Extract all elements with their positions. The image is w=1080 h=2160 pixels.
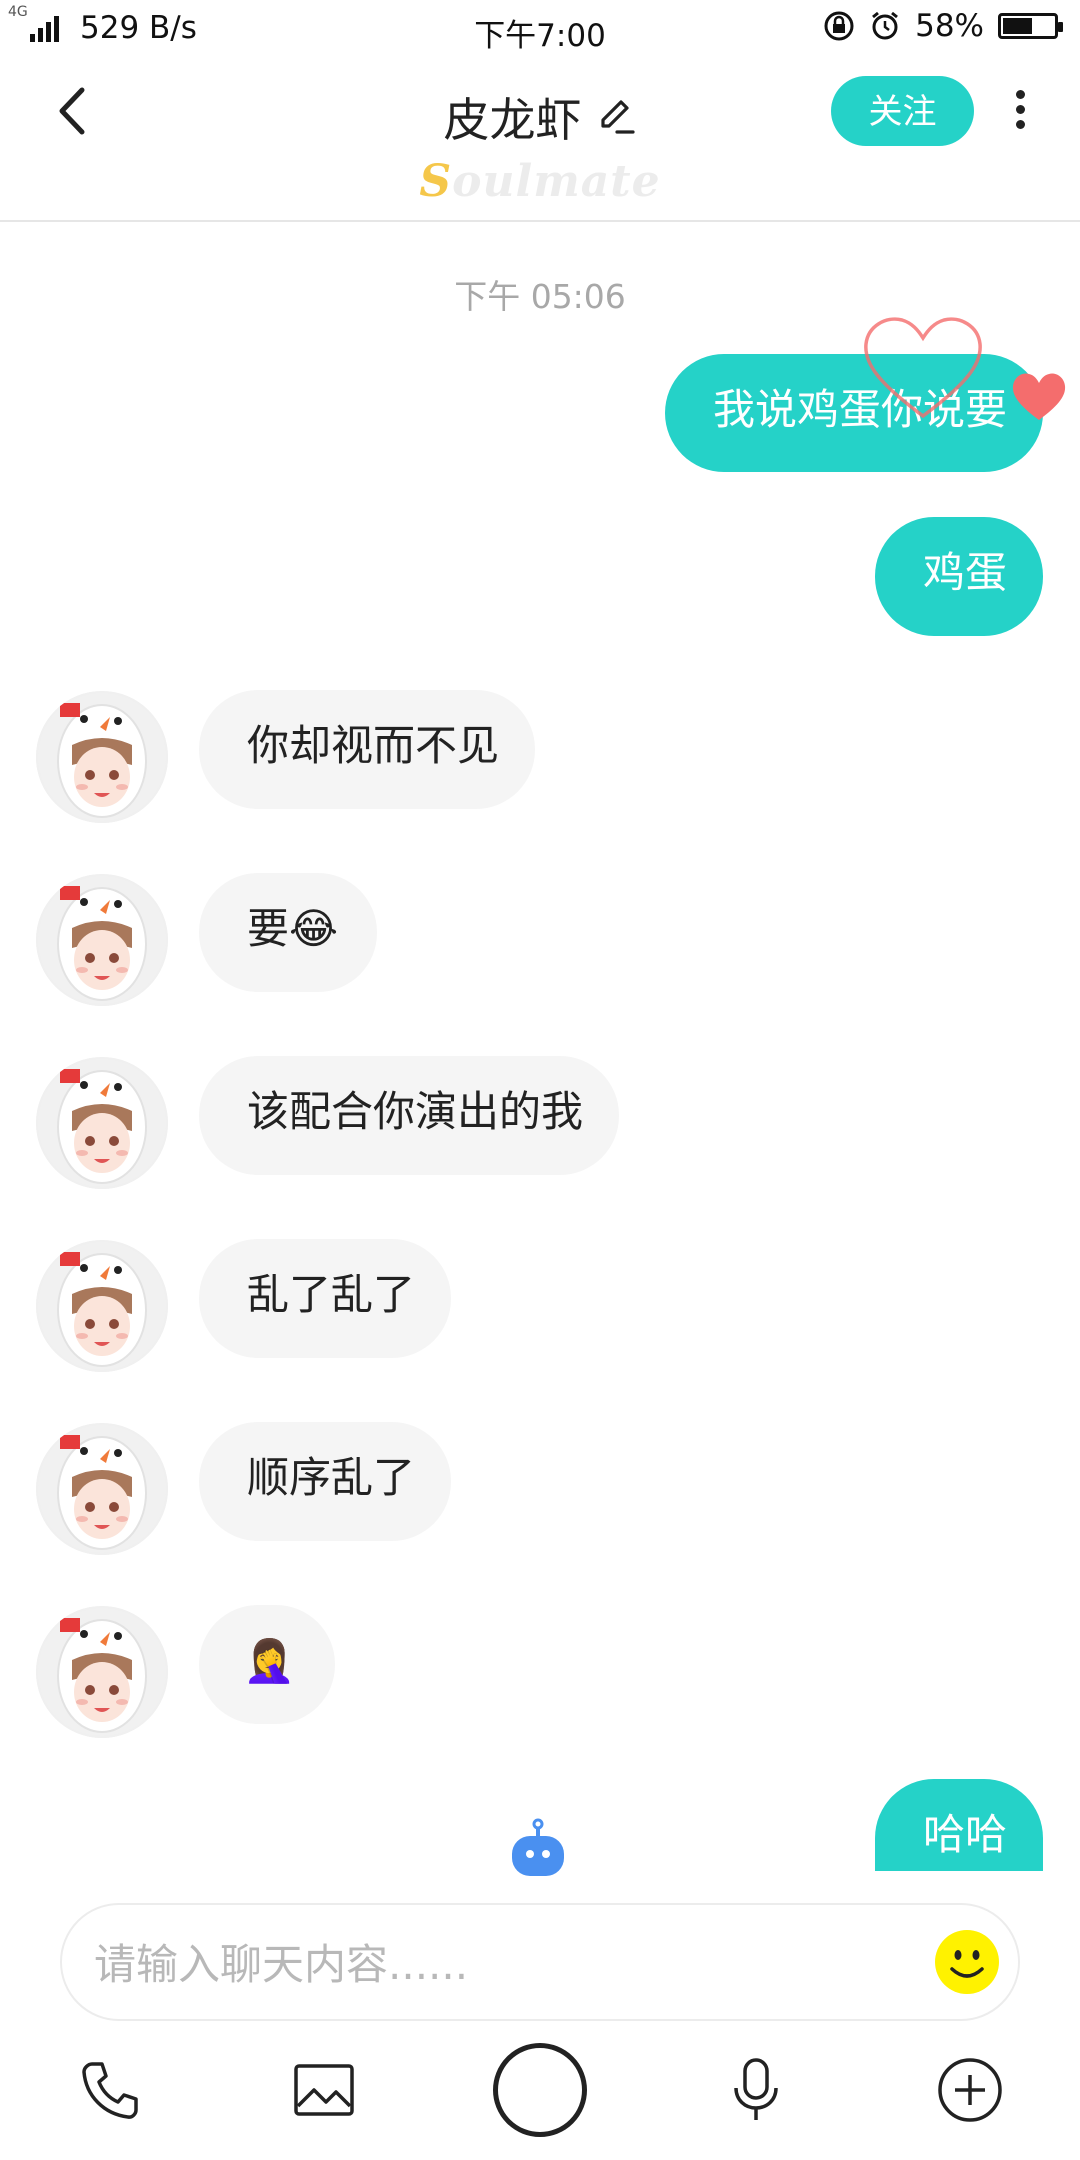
page-title: 皮龙虾 (443, 93, 582, 147)
battery-percent: 58% (915, 8, 984, 44)
heart-outline-icon (864, 317, 982, 419)
message-timestamp: 下午 05:06 (454, 277, 626, 316)
soulmate-logo: Soulmate (419, 156, 661, 207)
message-input-box (60, 1903, 1020, 2021)
emoji-button[interactable] (934, 1929, 1000, 1995)
avatar[interactable] (36, 691, 168, 823)
rotation-lock-icon (824, 11, 854, 41)
message-bubble-in[interactable]: 顺序乱了 (199, 1422, 451, 1541)
status-right: 58% (823, 8, 1063, 44)
edit-name-button[interactable] (595, 94, 637, 140)
message-bubble-in[interactable]: 🤦‍♀️ (199, 1605, 335, 1724)
message-bubble-in[interactable]: 你却视而不见 (199, 690, 535, 809)
image-button[interactable] (274, 2040, 374, 2140)
avatar[interactable] (36, 1423, 168, 1555)
microphone-icon (734, 2058, 778, 2120)
battery-fill (1003, 18, 1032, 34)
image-icon (294, 2064, 354, 2116)
robot-icon[interactable] (506, 1818, 570, 1882)
message-bubble-in[interactable]: 乱了乱了 (199, 1239, 451, 1358)
avatar[interactable] (36, 1606, 168, 1738)
message-bubble-out[interactable]: 哈哈 (875, 1779, 1043, 1871)
record-button[interactable] (493, 2043, 587, 2137)
message-bubble-out[interactable]: 我说鸡蛋你说要 (665, 354, 1043, 472)
smiley-icon (935, 1930, 999, 1994)
status-bar: 4G 529 B/s 下午7:00 58% (0, 0, 1080, 56)
message-input[interactable] (92, 1925, 876, 2003)
message-bubble-in[interactable]: 该配合你演出的我 (199, 1056, 619, 1175)
battery-icon (998, 13, 1063, 39)
avatar[interactable] (36, 1240, 168, 1372)
heart-icon[interactable] (1010, 372, 1068, 424)
pencil-icon (600, 100, 635, 134)
call-button[interactable] (60, 2040, 160, 2140)
phone-icon (82, 2062, 138, 2119)
message-bubble-in[interactable]: 要😂 (199, 873, 377, 992)
avatar[interactable] (36, 1057, 168, 1189)
follow-button[interactable]: 关注 (831, 76, 974, 146)
message-bubble-out[interactable]: 鸡蛋 (875, 517, 1043, 636)
avatar[interactable] (36, 874, 168, 1006)
more-actions-button[interactable] (920, 2040, 1020, 2140)
plus-icon (938, 2058, 1002, 2122)
alarm-icon (872, 11, 899, 40)
chat-header: 皮龙虾 关注 Soulmate (0, 56, 1080, 222)
more-menu-button[interactable] (1005, 84, 1035, 144)
voice-button[interactable] (706, 2040, 806, 2140)
